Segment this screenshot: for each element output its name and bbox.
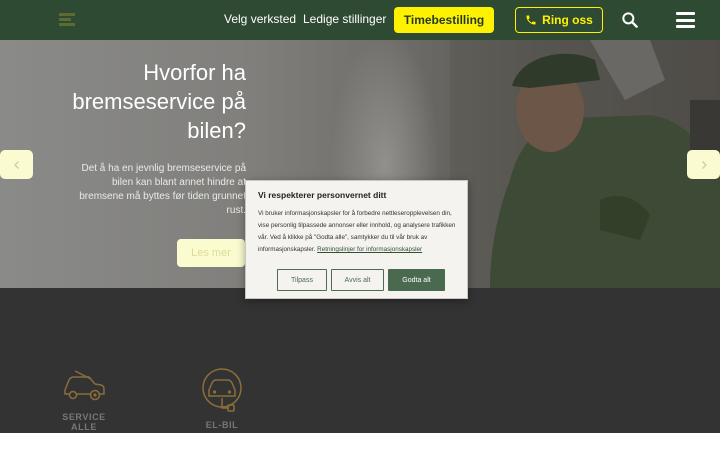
cookie-title: Vi respekterer personvernet ditt	[258, 190, 387, 200]
phone-icon	[526, 15, 536, 25]
search-icon[interactable]	[620, 10, 640, 30]
cookie-body: Vi bruker informasjonskapsler for å forb…	[258, 208, 461, 256]
cookie-accept-button[interactable]: Godta alt	[388, 269, 445, 291]
chevron-left-icon	[13, 160, 19, 169]
mechanic-image	[450, 40, 720, 288]
cookie-policy-link[interactable]: Retningslinjer for informasjonskapsler	[317, 246, 422, 253]
cookie-consent-dialog: Vi respekterer personvernet ditt Vi bruk…	[245, 180, 468, 299]
service-item-el-bil[interactable]: EL-BIL	[186, 368, 258, 430]
hero-title: Hvorfor ha bremseservice på bilen?	[72, 60, 246, 143]
carousel-prev-button[interactable]	[0, 150, 33, 179]
hamburger-menu-icon[interactable]	[676, 12, 695, 28]
ring-oss-label: Ring oss	[542, 13, 593, 27]
site-header: Velg verksted Ledige stillinger Timebest…	[0, 0, 720, 40]
nav-ledige-stillinger[interactable]: Ledige stillinger	[303, 12, 386, 26]
ev-car-icon	[202, 368, 242, 412]
car-service-icon	[64, 370, 105, 401]
cookie-reject-button[interactable]: Avvis alt	[331, 269, 384, 291]
timebestilling-button[interactable]: Timebestilling	[394, 7, 494, 33]
logo[interactable]	[59, 13, 75, 26]
les-mer-button[interactable]: Les mer	[177, 239, 245, 267]
services-section: SERVICE ALLE EL-BIL	[0, 288, 720, 433]
ring-oss-button[interactable]: Ring oss	[515, 7, 603, 33]
service-item-service-alle[interactable]: SERVICE ALLE	[48, 368, 120, 432]
carousel-next-button[interactable]	[687, 150, 720, 179]
page: Velg verksted Ledige stillinger Timebest…	[0, 0, 720, 450]
hero-text: Det å ha en jevnlig bremseservice på bil…	[79, 163, 246, 216]
service-item-label: EL-BIL	[205, 420, 239, 430]
cookie-customize-button[interactable]: Tilpass	[277, 269, 327, 291]
service-item-label: SERVICE ALLE	[62, 412, 106, 432]
nav-velg-verksted[interactable]: Velg verksted	[224, 12, 296, 26]
chevron-right-icon	[701, 160, 707, 169]
